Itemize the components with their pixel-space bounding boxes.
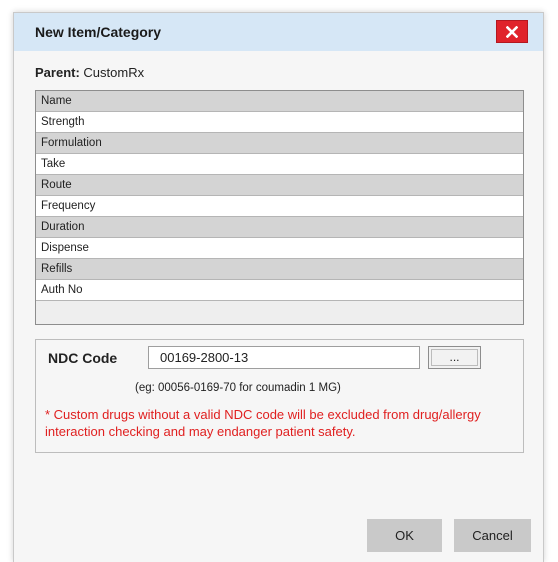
field-label: Formulation — [41, 137, 102, 149]
field-row-route[interactable]: Route — [36, 175, 523, 196]
field-row-name[interactable]: Name — [36, 91, 523, 112]
field-label: Take — [41, 158, 66, 170]
field-list: Name Strength Formulation Take Route Fre… — [35, 90, 524, 325]
field-row-refills[interactable]: Refills — [36, 259, 523, 280]
field-label: Route — [41, 179, 72, 191]
cancel-button[interactable]: Cancel — [454, 519, 531, 552]
field-label: Auth No — [41, 284, 83, 296]
parent-info: Parent: CustomRx — [35, 65, 144, 80]
field-label: Frequency — [41, 200, 96, 212]
field-row-dispense[interactable]: Dispense — [36, 238, 523, 259]
ok-button[interactable]: OK — [367, 519, 442, 552]
parent-label: Parent: — [35, 65, 80, 80]
ndc-warning: * Custom drugs without a valid NDC code … — [45, 407, 481, 439]
dialog-title: New Item/Category — [35, 24, 162, 40]
ndc-browse-label: ... — [431, 349, 478, 366]
field-row-take[interactable]: Take — [36, 154, 523, 175]
ndc-label: NDC Code — [48, 350, 118, 366]
dialog-titlebar: New Item/Category — [14, 13, 543, 51]
field-row-auth-no[interactable]: Auth No — [36, 280, 523, 301]
field-label: Name — [41, 95, 72, 107]
field-row-strength[interactable]: Strength — [36, 112, 523, 133]
field-label: Duration — [41, 221, 85, 233]
field-row-duration[interactable]: Duration — [36, 217, 523, 238]
close-x-icon — [506, 25, 518, 38]
ndc-code-input[interactable] — [148, 346, 420, 369]
parent-value: CustomRx — [83, 65, 145, 80]
ndc-hint: (eg: 00056-0169-70 for coumadin 1 MG) — [135, 382, 341, 394]
field-label: Refills — [41, 263, 73, 275]
ndc-browse-button[interactable]: ... — [428, 346, 481, 369]
field-label: Strength — [41, 116, 85, 128]
ndc-section: NDC Code ... (eg: 00056-0169-70 for coum… — [35, 339, 524, 453]
new-item-dialog: New Item/Category Parent: CustomRx Name … — [13, 12, 544, 562]
field-label: Dispense — [41, 242, 89, 254]
field-row-frequency[interactable]: Frequency — [36, 196, 523, 217]
close-button[interactable] — [496, 20, 528, 43]
field-row-formulation[interactable]: Formulation — [36, 133, 523, 154]
